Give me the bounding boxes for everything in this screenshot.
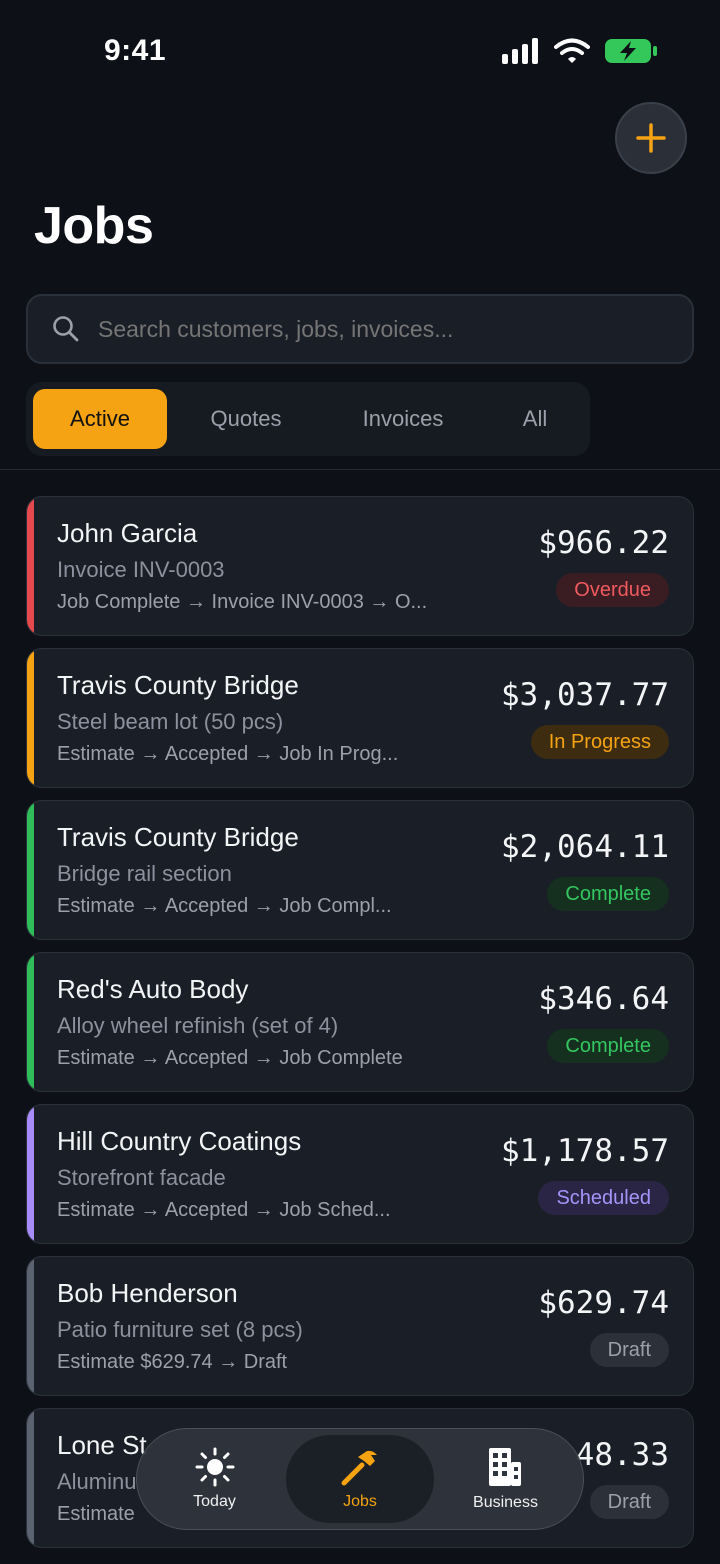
status-icons	[502, 38, 658, 64]
job-list: John Garcia Invoice INV-0003 Job Complet…	[26, 496, 694, 1560]
tab-invoices[interactable]: Invoices	[325, 389, 481, 449]
job-amount: $629.74	[538, 1285, 669, 1321]
job-description: Bridge rail section	[57, 861, 232, 886]
bottom-tab-bar: Today Jobs Business	[136, 1428, 584, 1530]
status-badge: Draft	[589, 1333, 669, 1367]
tabbar-label: Jobs	[343, 1493, 377, 1510]
job-customer-name: Red's Auto Body	[57, 974, 249, 1004]
job-card[interactable]: Travis County Bridge Steel beam lot (50 …	[26, 648, 694, 788]
job-amount: $966.22	[538, 525, 669, 561]
job-customer-name: John Garcia	[57, 518, 198, 548]
status-accent-bar	[27, 1105, 34, 1243]
job-workflow: Job Complete → Invoice INV-0003 → O...	[57, 591, 428, 613]
battery-charging-icon	[605, 39, 657, 63]
job-customer-name: Bob Henderson	[57, 1278, 238, 1308]
status-badge: Draft	[589, 1485, 669, 1519]
job-workflow: Estimate → Accepted → Job In Prog...	[57, 743, 399, 765]
job-workflow: Estimate → Accepted → Job Sched...	[57, 1199, 391, 1221]
status-badge: Scheduled	[538, 1181, 669, 1215]
job-workflow: Estimate	[57, 1503, 135, 1525]
job-card[interactable]: Bob Henderson Patio furniture set (8 pcs…	[26, 1256, 694, 1396]
tab-all[interactable]: All	[481, 389, 589, 449]
job-amount: $1,178.57	[501, 1133, 669, 1169]
status-accent-bar	[27, 801, 34, 939]
job-description: Alloy wheel refinish (set of 4)	[57, 1013, 339, 1038]
job-card[interactable]: Travis County Bridge Bridge rail section…	[26, 800, 694, 940]
tabbar-item-jobs[interactable]: Jobs	[286, 1435, 434, 1523]
sun-icon	[195, 1447, 234, 1487]
status-bar: 9:41	[0, 0, 720, 100]
job-amount: $2,064.11	[501, 829, 669, 865]
job-workflow: Estimate → Accepted → Job Compl...	[57, 895, 392, 917]
plus-icon	[636, 123, 666, 153]
tab-quotes[interactable]: Quotes	[167, 389, 325, 449]
job-description: Storefront facade	[57, 1165, 226, 1190]
status-badge: Overdue	[556, 573, 669, 607]
job-customer-name: Travis County Bridge	[57, 670, 299, 700]
cellular-signal-icon	[502, 38, 538, 64]
job-card[interactable]: Red's Auto Body Alloy wheel refinish (se…	[26, 952, 694, 1092]
building-icon	[489, 1448, 522, 1486]
wifi-icon	[554, 38, 590, 63]
status-time: 9:41	[104, 34, 167, 67]
job-customer-name: Lone St	[57, 1430, 147, 1460]
job-card[interactable]: John Garcia Invoice INV-0003 Job Complet…	[26, 496, 694, 636]
job-card[interactable]: Hill Country Coatings Storefront facade …	[26, 1104, 694, 1244]
hammer-icon	[341, 1450, 377, 1486]
status-accent-bar	[27, 497, 34, 635]
tabbar-label: Business	[473, 1494, 538, 1511]
job-customer-name: Travis County Bridge	[57, 822, 299, 852]
status-badge: In Progress	[530, 725, 669, 759]
page-title: Jobs	[34, 197, 154, 255]
tab-active[interactable]: Active	[33, 389, 167, 449]
divider	[0, 469, 720, 470]
job-workflow: Estimate → Accepted → Job Complete	[57, 1047, 403, 1069]
tabbar-item-business[interactable]: Business	[434, 1435, 577, 1523]
search-icon	[53, 316, 79, 342]
job-description: Aluminu	[57, 1469, 137, 1494]
status-badge: Complete	[547, 1029, 669, 1063]
status-accent-bar	[27, 649, 34, 787]
tabbar-label: Today	[193, 1493, 236, 1510]
job-description: Invoice INV-0003	[57, 557, 225, 582]
job-description: Steel beam lot (50 pcs)	[57, 709, 284, 734]
status-badge: Complete	[547, 877, 669, 911]
job-workflow: Estimate $629.74 → Draft	[57, 1351, 288, 1373]
status-accent-bar	[27, 1409, 34, 1547]
job-amount: 48.33	[575, 1437, 669, 1473]
filter-tabs: Active Quotes Invoices All	[26, 382, 590, 456]
status-accent-bar	[27, 953, 34, 1091]
search-input[interactable]	[98, 315, 658, 343]
job-amount: $346.64	[538, 981, 669, 1017]
tabbar-item-today[interactable]: Today	[143, 1435, 286, 1523]
job-customer-name: Hill Country Coatings	[57, 1126, 302, 1156]
add-job-button[interactable]	[615, 102, 687, 174]
job-description: Patio furniture set (8 pcs)	[57, 1317, 303, 1342]
search-bar[interactable]	[26, 294, 694, 364]
status-accent-bar	[27, 1257, 34, 1395]
job-amount: $3,037.77	[501, 677, 669, 713]
